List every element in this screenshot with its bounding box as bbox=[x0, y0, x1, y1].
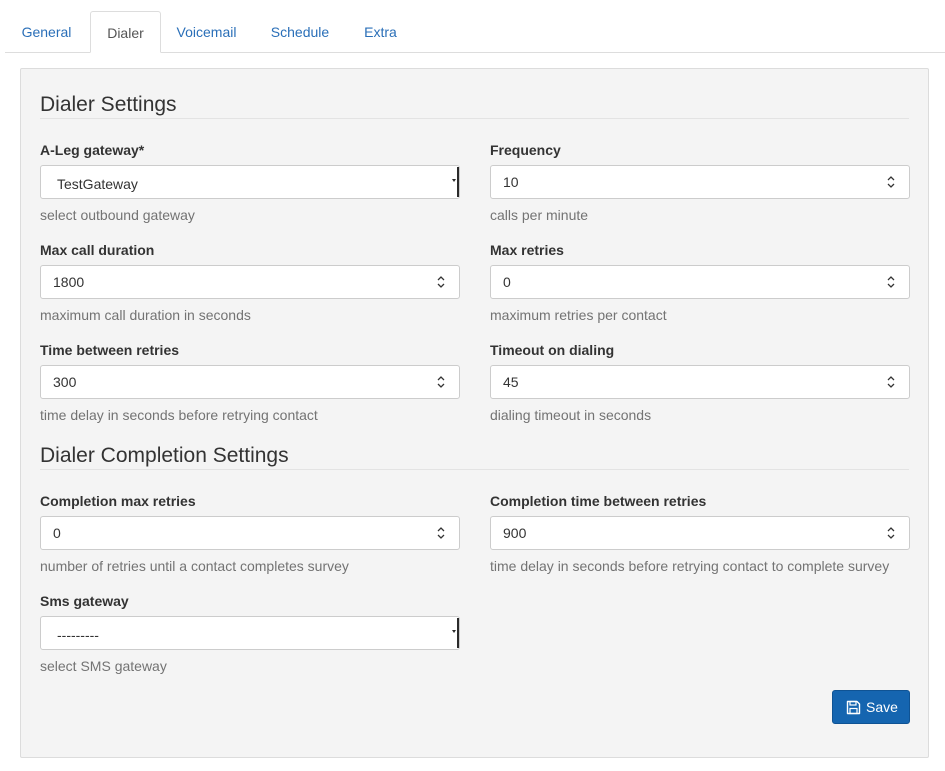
completion-max-retries-label: Completion max retries bbox=[40, 493, 196, 509]
completion-max-retries-help: number of retries until a contact comple… bbox=[40, 558, 349, 574]
timeout-on-dialing-help: dialing timeout in seconds bbox=[490, 407, 652, 423]
aleg-gateway-help: select outbound gateway bbox=[40, 207, 195, 223]
dropdown-arrow-icon bbox=[452, 167, 459, 197]
max-call-duration-value: 1800 bbox=[53, 274, 85, 290]
divider bbox=[40, 469, 909, 470]
time-between-retries-input[interactable]: 300 bbox=[40, 365, 460, 399]
divider bbox=[40, 118, 909, 119]
tab-extra[interactable]: Extra bbox=[349, 11, 412, 52]
tab-bar: General Dialer Voicemail Schedule Extra bbox=[5, 11, 945, 53]
frequency-label: Frequency bbox=[490, 142, 561, 158]
sms-gateway-label: Sms gateway bbox=[40, 593, 129, 609]
timeout-on-dialing-label: Timeout on dialing bbox=[490, 342, 615, 358]
aleg-gateway-value: TestGateway bbox=[57, 176, 138, 192]
time-between-retries-value: 300 bbox=[53, 374, 77, 390]
spinner-icon[interactable] bbox=[887, 275, 895, 289]
spinner-icon[interactable] bbox=[437, 375, 445, 389]
spinner-icon[interactable] bbox=[887, 526, 895, 540]
completion-time-between-retries-input[interactable]: 900 bbox=[490, 516, 910, 550]
time-between-retries-help: time delay in seconds before retrying co… bbox=[40, 407, 318, 423]
save-button[interactable]: Save bbox=[832, 690, 910, 724]
sms-gateway-help: select SMS gateway bbox=[40, 658, 167, 674]
frequency-help: calls per minute bbox=[490, 207, 589, 223]
sms-gateway-value: --------- bbox=[57, 627, 99, 643]
save-button-label: Save bbox=[866, 699, 898, 715]
frequency-input[interactable]: 10 bbox=[490, 165, 910, 199]
spinner-icon[interactable] bbox=[887, 175, 895, 189]
max-call-duration-input[interactable]: 1800 bbox=[40, 265, 460, 299]
completion-max-retries-value: 0 bbox=[53, 525, 61, 541]
tab-voicemail[interactable]: Voicemail bbox=[163, 11, 250, 52]
dropdown-arrow-icon bbox=[452, 618, 459, 648]
tab-dialer[interactable]: Dialer bbox=[90, 11, 161, 53]
spinner-icon[interactable] bbox=[437, 526, 445, 540]
dialer-settings-title: Dialer Settings bbox=[40, 93, 177, 116]
time-between-retries-label: Time between retries bbox=[40, 342, 180, 358]
max-call-duration-help: maximum call duration in seconds bbox=[40, 307, 251, 323]
max-retries-label: Max retries bbox=[490, 242, 564, 258]
spinner-icon[interactable] bbox=[887, 375, 895, 389]
max-retries-value: 0 bbox=[503, 274, 511, 290]
dialer-settings-panel: Dialer Settings A-Leg gateway* TestGatew… bbox=[20, 68, 929, 758]
aleg-gateway-select[interactable]: TestGateway bbox=[40, 165, 460, 199]
completion-time-between-retries-label: Completion time between retries bbox=[490, 493, 707, 509]
timeout-on-dialing-input[interactable]: 45 bbox=[490, 365, 910, 399]
completion-time-between-retries-help: time delay in seconds before retrying co… bbox=[490, 558, 890, 574]
completion-max-retries-input[interactable]: 0 bbox=[40, 516, 460, 550]
max-retries-input[interactable]: 0 bbox=[490, 265, 910, 299]
floppy-disk-icon bbox=[846, 700, 861, 715]
frequency-value: 10 bbox=[503, 174, 519, 190]
sms-gateway-select[interactable]: --------- bbox=[40, 616, 460, 650]
timeout-on-dialing-value: 45 bbox=[503, 374, 519, 390]
tab-general[interactable]: General bbox=[5, 11, 88, 52]
max-retries-help: maximum retries per contact bbox=[490, 307, 667, 323]
spinner-icon[interactable] bbox=[437, 275, 445, 289]
max-call-duration-label: Max call duration bbox=[40, 242, 155, 258]
completion-settings-title: Dialer Completion Settings bbox=[40, 444, 289, 467]
aleg-gateway-label: A-Leg gateway* bbox=[40, 142, 145, 158]
completion-time-between-retries-value: 900 bbox=[503, 525, 527, 541]
tab-schedule[interactable]: Schedule bbox=[255, 11, 345, 52]
